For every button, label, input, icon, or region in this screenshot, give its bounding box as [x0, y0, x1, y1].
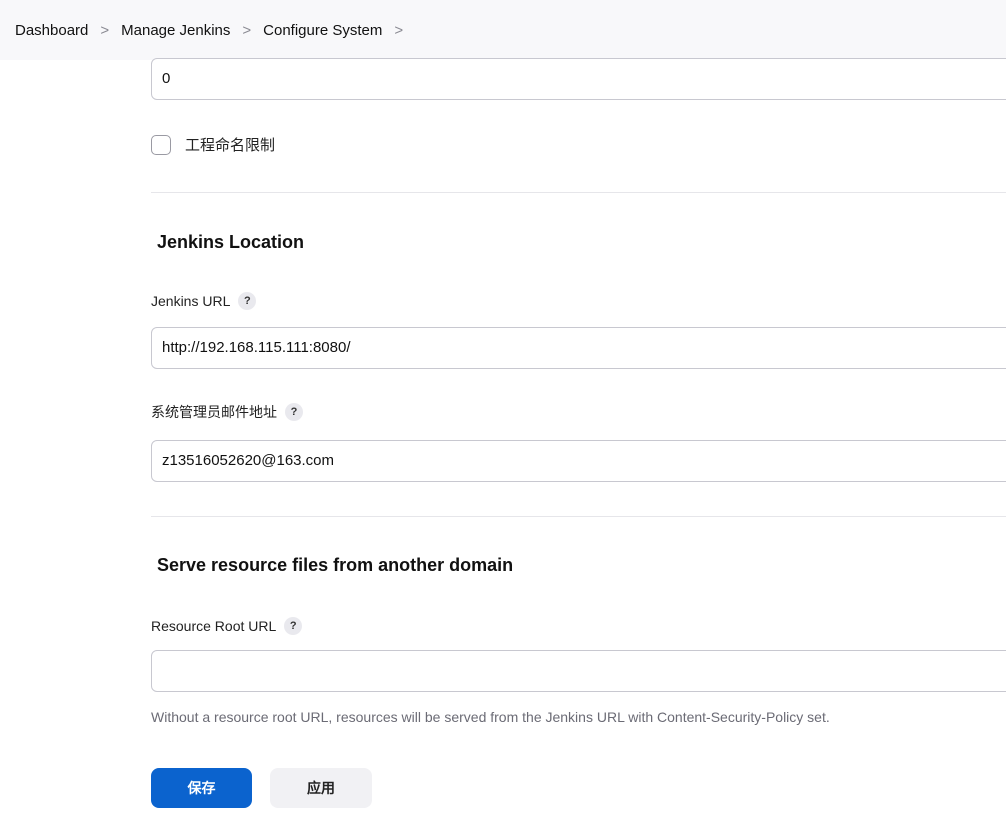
jenkins-url-label-text: Jenkins URL — [151, 293, 231, 309]
admin-email-label: 系统管理员邮件地址 ? — [151, 402, 303, 422]
project-naming-label: 工程命名限制 — [185, 137, 276, 154]
quiet-period-input[interactable]: 0 — [151, 58, 1006, 100]
resource-domain-title: Serve resource files from another domain — [157, 555, 514, 575]
project-naming-checkbox[interactable] — [151, 134, 171, 155]
breadcrumb-dashboard[interactable]: Dashboard — [15, 22, 88, 39]
section-divider — [151, 516, 1006, 517]
save-button[interactable]: 保存 — [151, 768, 252, 808]
help-icon[interactable]: ? — [285, 403, 303, 421]
jenkins-url-input[interactable]: http://192.168.115.111:8080/ — [151, 327, 1006, 369]
jenkins-location-title: Jenkins Location — [157, 232, 305, 252]
help-icon[interactable]: ? — [238, 292, 257, 310]
resource-root-url-input[interactable] — [151, 650, 1006, 692]
apply-button[interactable]: 应用 — [270, 768, 372, 808]
section-divider — [151, 192, 1006, 193]
jenkins-url-label: Jenkins URL ? — [151, 292, 257, 310]
admin-email-input[interactable]: z13516052620@163.com — [151, 440, 1006, 482]
admin-email-label-text: 系统管理员邮件地址 — [151, 404, 277, 420]
breadcrumb-manage-jenkins[interactable]: Manage Jenkins — [121, 22, 230, 39]
resource-root-url-label-text: Resource Root URL — [151, 618, 277, 634]
chevron-right-icon: > — [242, 21, 252, 39]
breadcrumb: Dashboard > Manage Jenkins > Configure S… — [0, 0, 1006, 60]
resource-root-url-label: Resource Root URL ? — [151, 617, 303, 635]
chevron-right-icon[interactable]: > — [394, 22, 403, 39]
help-icon[interactable]: ? — [284, 617, 303, 635]
form-footer: 保存 应用 — [0, 750, 1006, 822]
chevron-right-icon: > — [100, 21, 110, 39]
project-naming-row: 工程命名限制 — [151, 134, 275, 155]
breadcrumb-configure-system[interactable]: Configure System — [263, 22, 382, 39]
resource-root-helper-text: Without a resource root URL, resources w… — [151, 709, 830, 725]
